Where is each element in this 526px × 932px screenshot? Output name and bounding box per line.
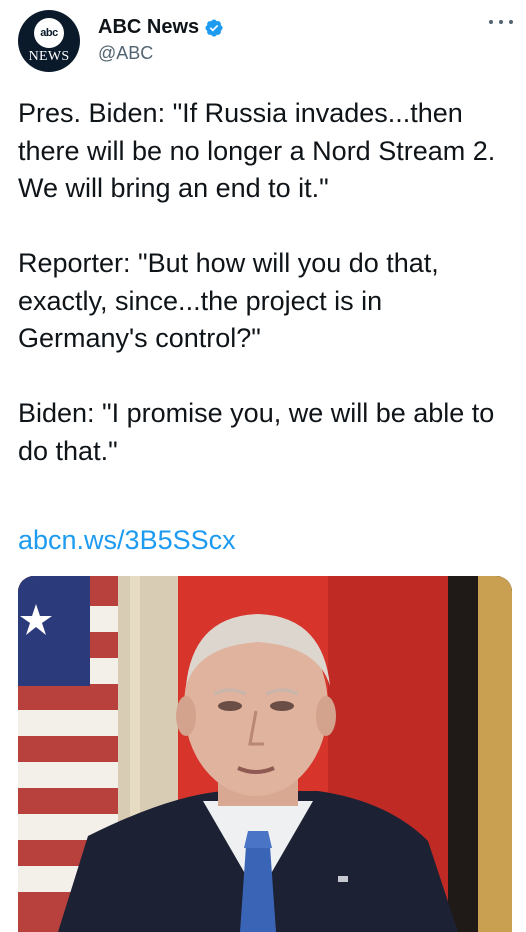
- author-display-name[interactable]: ABC News: [98, 16, 199, 39]
- news-logo-text: NEWS: [28, 48, 70, 64]
- tweet-link[interactable]: abcn.ws/3B5SScx: [18, 522, 236, 560]
- more-dot: [509, 20, 513, 24]
- author-avatar[interactable]: abc NEWS: [18, 10, 80, 72]
- more-dots-icon[interactable]: [489, 16, 513, 28]
- more-dot: [499, 20, 503, 24]
- tweet-text: Pres. Biden: "If Russia invades...then t…: [18, 98, 496, 466]
- abc-logo-icon: abc: [34, 17, 64, 48]
- author-handle[interactable]: @ABC: [98, 43, 153, 64]
- verified-badge-icon: [205, 18, 223, 37]
- author-name-row: ABC News: [98, 16, 224, 39]
- press-conference-photo: [18, 576, 512, 932]
- tweet-media-image[interactable]: [18, 576, 512, 932]
- more-dot: [489, 20, 493, 24]
- tweet-header: abc NEWS ABC News @ABC: [18, 10, 513, 80]
